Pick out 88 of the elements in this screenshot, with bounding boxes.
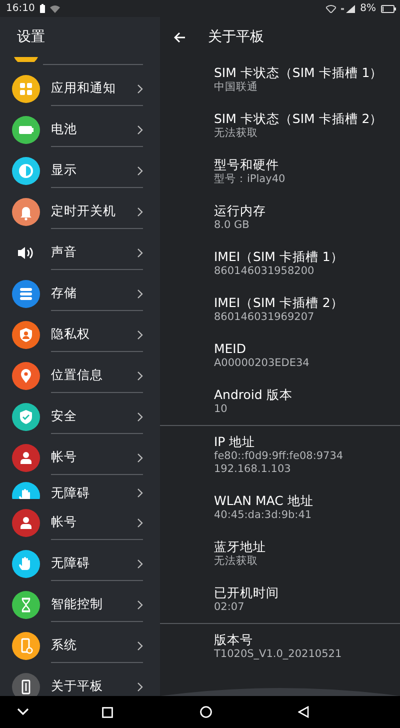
- grid-icon: [12, 74, 40, 102]
- home-icon[interactable]: [200, 706, 212, 718]
- bell-icon: [12, 198, 40, 226]
- settings-item[interactable]: 无障碍: [0, 475, 160, 499]
- settings-item[interactable]: 无障碍: [0, 540, 160, 581]
- phone-gear-icon: [12, 632, 40, 660]
- brightness-icon: [12, 156, 40, 184]
- settings-item[interactable]: 显示: [0, 147, 160, 188]
- tablet-icon: [12, 672, 40, 696]
- settings-item[interactable]: 定时开关机: [0, 188, 160, 229]
- item-title: IP 地址: [214, 434, 256, 450]
- collapse-icon[interactable]: [17, 708, 29, 716]
- item-summary: 192.168.1.103: [214, 463, 292, 476]
- item-summary: fe80::f0d9:9ff:fe08:9734: [214, 450, 344, 463]
- hand-icon: [12, 482, 40, 499]
- chevron-icon: [137, 682, 143, 692]
- item-summary: A00000203EDE34: [214, 357, 310, 370]
- battery-icon: [40, 4, 45, 13]
- settings-item[interactable]: 智能控制: [0, 581, 160, 622]
- panel-title: 设置: [17, 28, 45, 46]
- item-title: IMEI（SIM 卡插槽 1）: [214, 249, 344, 265]
- shield-check-icon: [12, 402, 40, 430]
- chevron-icon: [137, 84, 143, 94]
- recents-icon[interactable]: [102, 706, 113, 718]
- clock-time: 16:10: [6, 3, 35, 14]
- back-arrow-icon[interactable]: [174, 32, 186, 42]
- item-title: SIM 卡状态（SIM 卡插槽 2）: [214, 111, 384, 127]
- hourglass-icon: [12, 590, 40, 618]
- item-summary: 10: [214, 403, 228, 416]
- settings-item[interactable]: 安全: [0, 393, 160, 434]
- settings-item[interactable]: 帐号: [0, 499, 160, 540]
- item-summary: 无法获取: [214, 555, 259, 568]
- battery-icon: [12, 116, 40, 144]
- shield-person-icon: [12, 320, 40, 348]
- item-title: 已开机时间: [214, 585, 280, 601]
- item-title: 版本号: [214, 632, 254, 648]
- item-title: SIM 卡状态（SIM 卡插槽 1）: [214, 65, 384, 81]
- item-summary: 型号：iPlay40: [214, 173, 286, 186]
- item-title: Android 版本: [214, 387, 294, 403]
- location-pin-icon: [12, 362, 40, 390]
- item-summary: 无法获取: [214, 127, 259, 140]
- person-icon: [12, 508, 40, 536]
- item-summary: 40:45:da:3d:9b:41: [214, 509, 313, 522]
- item-summary: 860146031969207: [214, 311, 316, 324]
- chevron-icon: [137, 370, 143, 380]
- chevron-icon: [137, 166, 143, 176]
- chevron-icon: [137, 206, 143, 216]
- chevron-icon: [137, 412, 143, 422]
- hand-icon: [12, 550, 40, 578]
- settings-item[interactable]: 帐号: [0, 434, 160, 475]
- settings-item[interactable]: 位置信息: [0, 352, 160, 393]
- settings-item[interactable]: 电池: [0, 106, 160, 147]
- settings-item[interactable]: 存储: [0, 270, 160, 311]
- chevron-icon: [137, 124, 143, 134]
- settings-item[interactable]: 应用和通知: [0, 65, 160, 106]
- chevron-icon: [137, 288, 143, 298]
- wifi-icon: [326, 4, 336, 12]
- item-title: 运行内存: [214, 203, 267, 219]
- chevron-icon: [137, 600, 143, 610]
- item-title: 型号和硬件: [214, 157, 280, 173]
- settings-item[interactable]: 系统: [0, 622, 160, 663]
- item-summary: T1020S_V1.0_20210521: [214, 648, 343, 661]
- chevron-icon: [137, 558, 143, 568]
- item-summary: 中国联通: [214, 81, 259, 94]
- item-summary: 860146031958200: [214, 265, 316, 278]
- item-summary: 02:07: [214, 601, 246, 614]
- settings-icon[interactable]: [12, 57, 40, 62]
- wifi-icon: [50, 4, 60, 12]
- person-icon: [12, 444, 40, 472]
- back-icon[interactable]: [298, 706, 309, 718]
- item-summary: 8.0 GB: [214, 219, 250, 232]
- battery-icon: [381, 4, 396, 12]
- chevron-icon: [137, 330, 143, 340]
- item-title: 蓝牙地址: [214, 539, 267, 555]
- settings-item[interactable]: 隐私权: [0, 311, 160, 352]
- page-title: 关于平板: [208, 28, 264, 46]
- chevron-icon: [137, 640, 143, 650]
- chevron-icon: [137, 248, 143, 258]
- signal-icon: [341, 4, 356, 12]
- chevron-icon: [137, 452, 143, 462]
- item-title: IMEI（SIM 卡插槽 2）: [214, 295, 344, 311]
- battery-percentage: 8%: [360, 3, 376, 14]
- item-title: MEID: [214, 341, 247, 357]
- chevron-icon: [137, 518, 143, 528]
- chevron-icon: [137, 488, 143, 498]
- item-title: WLAN MAC 地址: [214, 493, 314, 509]
- settings-item[interactable]: 声音: [0, 229, 160, 270]
- storage-icon: [12, 280, 40, 308]
